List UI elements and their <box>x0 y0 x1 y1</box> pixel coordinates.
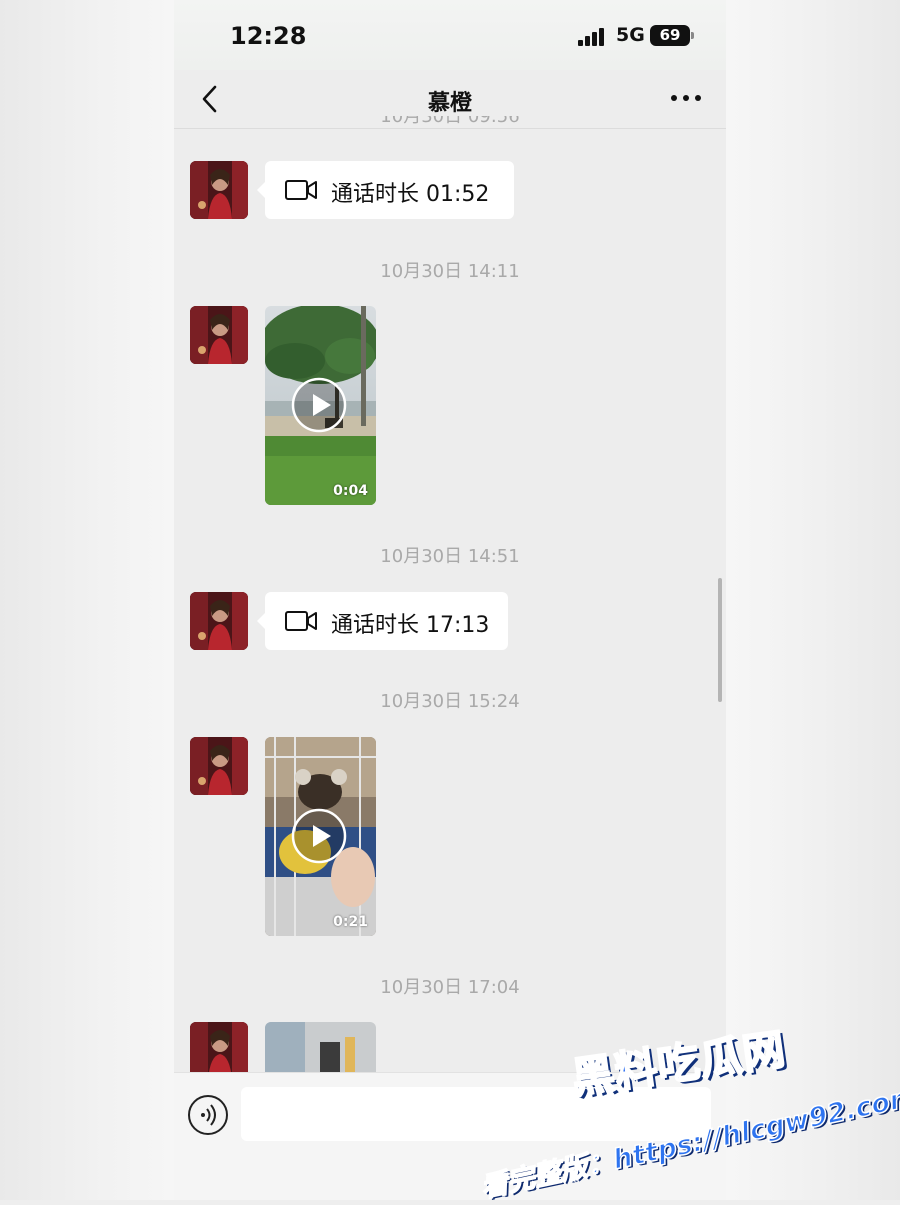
battery-icon: 69 <box>650 25 694 46</box>
video-duration: 0:04 <box>333 483 368 499</box>
call-duration-label: 通话时长 01:52 <box>331 182 490 207</box>
status-time: 12:28 <box>230 22 307 50</box>
avatar[interactable] <box>190 306 248 364</box>
timestamp: 10月30日 15:24 <box>380 691 520 712</box>
background-left <box>0 0 174 1200</box>
timestamp-partial: 10月30日 09:56 <box>380 116 520 127</box>
ellipsis-icon[interactable] <box>668 86 704 110</box>
timestamp: 10月30日 14:51 <box>380 546 520 567</box>
voice-icon[interactable] <box>188 1095 228 1135</box>
video-camera-icon <box>285 611 317 631</box>
scrollbar[interactable] <box>718 578 722 702</box>
avatar[interactable] <box>190 737 248 795</box>
timestamp: 10月30日 17:04 <box>380 977 520 998</box>
network-type: 5G <box>616 24 645 46</box>
chat-title: 慕橙 <box>427 91 472 116</box>
call-record-bubble[interactable]: 通话时长 17:13 <box>257 592 508 650</box>
play-icon[interactable] <box>291 808 347 864</box>
status-bar: 12:28 5G 69 <box>174 0 726 70</box>
phone-screen: 12:28 5G 69 慕橙 10月30日 09:56 通话时长 01:52 1… <box>174 0 726 1200</box>
play-icon[interactable] <box>291 377 347 433</box>
avatar[interactable] <box>190 161 248 219</box>
video-camera-icon <box>285 180 317 200</box>
avatar[interactable] <box>190 592 248 650</box>
call-record-bubble[interactable]: 通话时长 01:52 <box>257 161 514 219</box>
timestamp: 10月30日 14:11 <box>380 261 520 282</box>
video-message[interactable]: 0:21 <box>265 737 376 936</box>
video-message[interactable]: 0:04 <box>265 306 376 505</box>
signal-icon <box>578 28 606 46</box>
call-duration-label: 通话时长 17:13 <box>331 613 490 638</box>
video-duration: 0:21 <box>333 914 368 930</box>
